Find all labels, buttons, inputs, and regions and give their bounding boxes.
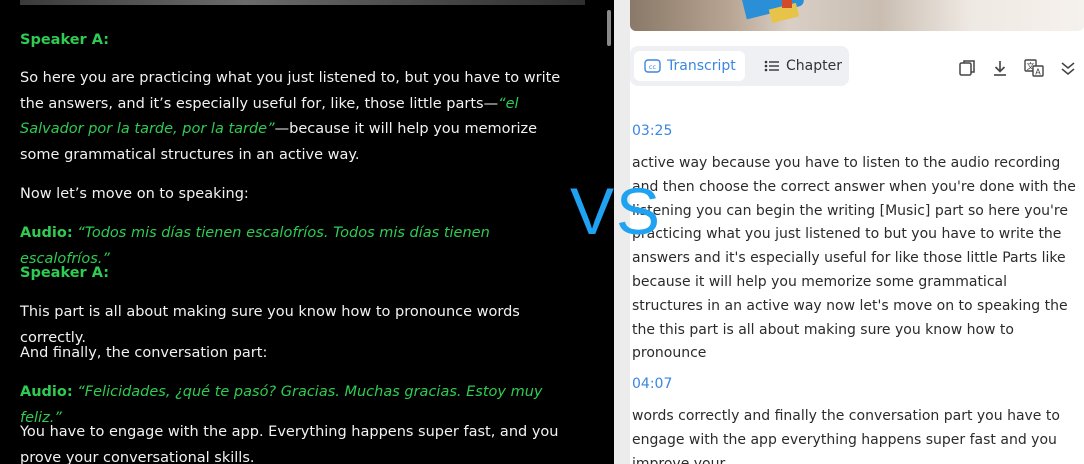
left-transcript-panel: Speaker A: So here you are practicing wh…	[0, 0, 614, 464]
right-transcript-panel: cc Transcript Chapter 文A 03:25 active wa…	[630, 0, 1084, 464]
segment-timestamp[interactable]: 04:07	[632, 376, 672, 392]
paragraph-text: So here you are practicing what you just…	[20, 70, 561, 112]
tab-transcript[interactable]: cc Transcript	[634, 51, 745, 81]
video-thumbnail[interactable]	[630, 0, 1084, 31]
translate-icon[interactable]: 文A	[1023, 57, 1045, 79]
dialogue-paragraph: Now let’s move on to speaking:	[20, 186, 249, 202]
scrollbar-thumb[interactable]	[607, 10, 611, 46]
tab-label: Transcript	[667, 58, 736, 74]
segment-timestamp[interactable]: 03:25	[632, 123, 672, 139]
collapse-icon[interactable]	[1057, 57, 1079, 79]
segment-text: words correctly and finally the conversa…	[632, 408, 1060, 464]
dialogue-paragraph: So here you are practicing what you just…	[20, 66, 580, 168]
video-thumbnail-strip	[20, 0, 585, 5]
svg-text:cc: cc	[649, 63, 657, 71]
audio-label: Audio:	[20, 384, 73, 400]
dialogue-paragraph: And finally, the conversation part:	[20, 345, 268, 361]
speaker-label: Speaker A:	[20, 32, 110, 48]
dialogue-paragraph: You have to engage with the app. Everyth…	[20, 424, 559, 464]
svg-text:A: A	[1035, 68, 1041, 77]
tab-label: Chapter	[786, 58, 842, 74]
download-icon[interactable]	[989, 57, 1011, 79]
tab-chapter[interactable]: Chapter	[754, 51, 846, 81]
cc-icon: cc	[644, 59, 661, 73]
list-icon	[764, 60, 779, 72]
segment-text: active way because you have to listen to…	[632, 155, 1076, 362]
book-image	[782, 0, 792, 8]
copy-icon[interactable]	[956, 57, 978, 79]
audio-label: Audio:	[20, 225, 73, 241]
transcript-tabs: cc Transcript Chapter	[630, 46, 849, 86]
speaker-label: Speaker A:	[20, 265, 110, 281]
vs-label: VS	[570, 174, 663, 248]
